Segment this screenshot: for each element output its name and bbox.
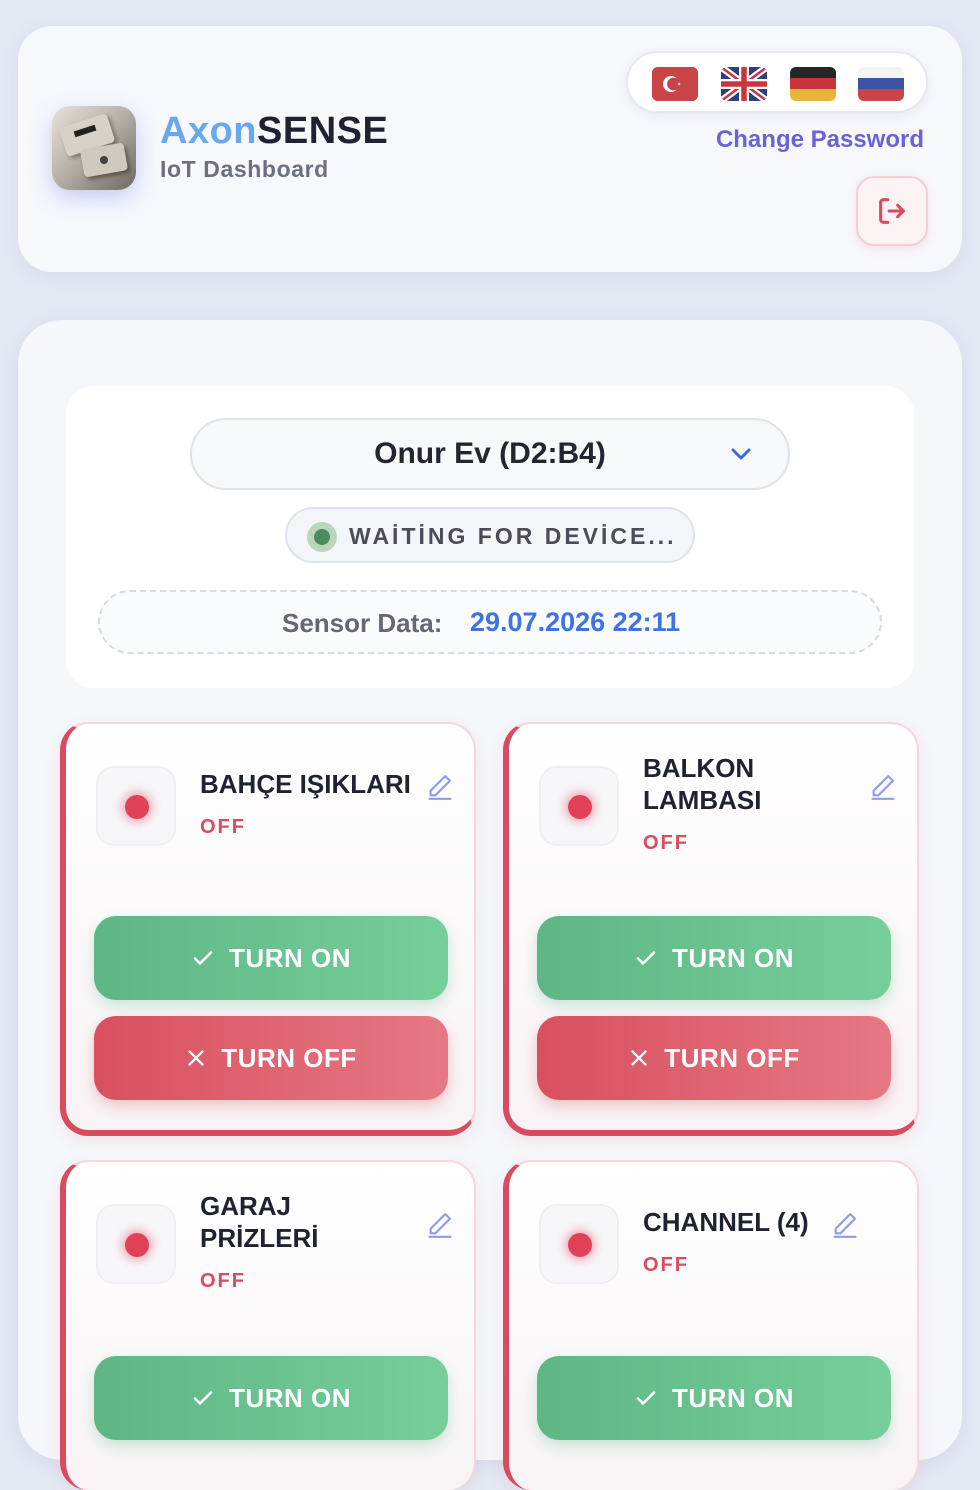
- sensor-data-box: Sensor Data: 29.07.2026 22:11: [98, 590, 882, 654]
- device-status-text: WAİTİNG FOR DEVİCE...: [349, 523, 677, 549]
- de-flag-icon[interactable]: [790, 67, 836, 101]
- chevron-down-icon: [731, 448, 751, 460]
- check-icon: [193, 1391, 213, 1405]
- channel-title-line: CHANNEL (4): [643, 1207, 809, 1237]
- edit-pencil-icon[interactable]: [426, 772, 454, 800]
- channel-state: OFF: [200, 1270, 246, 1292]
- tr-flag-icon[interactable]: [652, 67, 698, 101]
- sensor-data-value: 29.07.2026 22:11: [470, 607, 681, 637]
- turn-off-button[interactable]: TURN OFF: [94, 1016, 448, 1100]
- turn-on-button[interactable]: TURN ON: [94, 1356, 448, 1440]
- channel-card-4: CHANNEL (4) OFF TURN ON: [503, 1160, 919, 1490]
- turn-off-label: TURN OFF: [221, 1042, 357, 1073]
- edit-pencil-icon[interactable]: [426, 1210, 454, 1238]
- turn-on-button[interactable]: TURN ON: [94, 916, 448, 1000]
- check-icon: [193, 951, 213, 965]
- logout-icon: [879, 198, 905, 224]
- brand-subtitle: IoT Dashboard: [160, 156, 329, 182]
- check-icon: [636, 951, 656, 965]
- status-led-icon: [539, 1204, 619, 1284]
- channel-title: BAHÇE IŞIKLARI: [200, 768, 411, 800]
- turn-on-button[interactable]: TURN ON: [537, 1356, 891, 1440]
- turn-on-label: TURN ON: [672, 1382, 794, 1413]
- brand-part2: SENSE: [257, 110, 389, 152]
- channel-state: OFF: [200, 816, 246, 838]
- edit-pencil-icon[interactable]: [869, 772, 897, 800]
- turn-off-label: TURN OFF: [664, 1042, 800, 1073]
- channel-title-line: LAMBASI: [643, 785, 762, 815]
- channel-card-2: BALKON LAMBASI OFF TURN ON TURN OFF: [503, 722, 919, 1136]
- sensor-data-label: Sensor Data:: [282, 608, 443, 638]
- edit-pencil-icon[interactable]: [831, 1210, 859, 1238]
- channel-title-line: BALKON: [643, 753, 755, 783]
- channel-title: BALKON LAMBASI: [643, 752, 761, 816]
- status-led-icon: [96, 766, 176, 846]
- close-icon: [188, 1050, 204, 1066]
- turn-on-label: TURN ON: [672, 942, 794, 973]
- channel-title-line: GARAJ: [200, 1191, 292, 1221]
- channel-title-line: BAHÇE IŞIKLARI: [200, 769, 411, 799]
- device-select-value: Onur Ev (D2:B4): [374, 437, 606, 470]
- turn-on-button[interactable]: TURN ON: [537, 916, 891, 1000]
- header-card: AxonSENSE IoT Dashboard Change Password: [18, 26, 962, 272]
- status-dot-icon: [307, 522, 337, 552]
- language-switcher: [626, 51, 928, 113]
- channel-card-1: BAHÇE IŞIKLARI OFF TURN ON TURN OFF: [60, 722, 476, 1136]
- check-icon: [636, 1391, 656, 1405]
- device-status-badge: WAİTİNG FOR DEVİCE...: [285, 507, 695, 563]
- logout-button[interactable]: [856, 176, 928, 246]
- turn-on-label: TURN ON: [229, 942, 351, 973]
- change-password-link[interactable]: Change Password: [716, 126, 924, 154]
- app-logo: [52, 106, 136, 190]
- status-led-icon: [539, 766, 619, 846]
- turn-off-button[interactable]: TURN OFF: [537, 1016, 891, 1100]
- ru-flag-icon[interactable]: [858, 67, 904, 101]
- status-led-icon: [96, 1204, 176, 1284]
- channel-state: OFF: [643, 832, 689, 854]
- channel-title: GARAJ PRİZLERİ: [200, 1190, 318, 1254]
- close-icon: [631, 1050, 647, 1066]
- channel-card-3: GARAJ PRİZLERİ OFF TURN ON: [60, 1160, 476, 1490]
- device-select[interactable]: Onur Ev (D2:B4): [190, 418, 790, 490]
- channel-state: OFF: [643, 1254, 689, 1276]
- brand-part1: Axon: [160, 110, 257, 152]
- uk-flag-icon[interactable]: [721, 67, 767, 101]
- channel-title-line: PRİZLERİ: [200, 1223, 319, 1253]
- channel-title: CHANNEL (4): [643, 1206, 809, 1238]
- brand-title: AxonSENSE: [160, 110, 388, 153]
- turn-on-label: TURN ON: [229, 1382, 351, 1413]
